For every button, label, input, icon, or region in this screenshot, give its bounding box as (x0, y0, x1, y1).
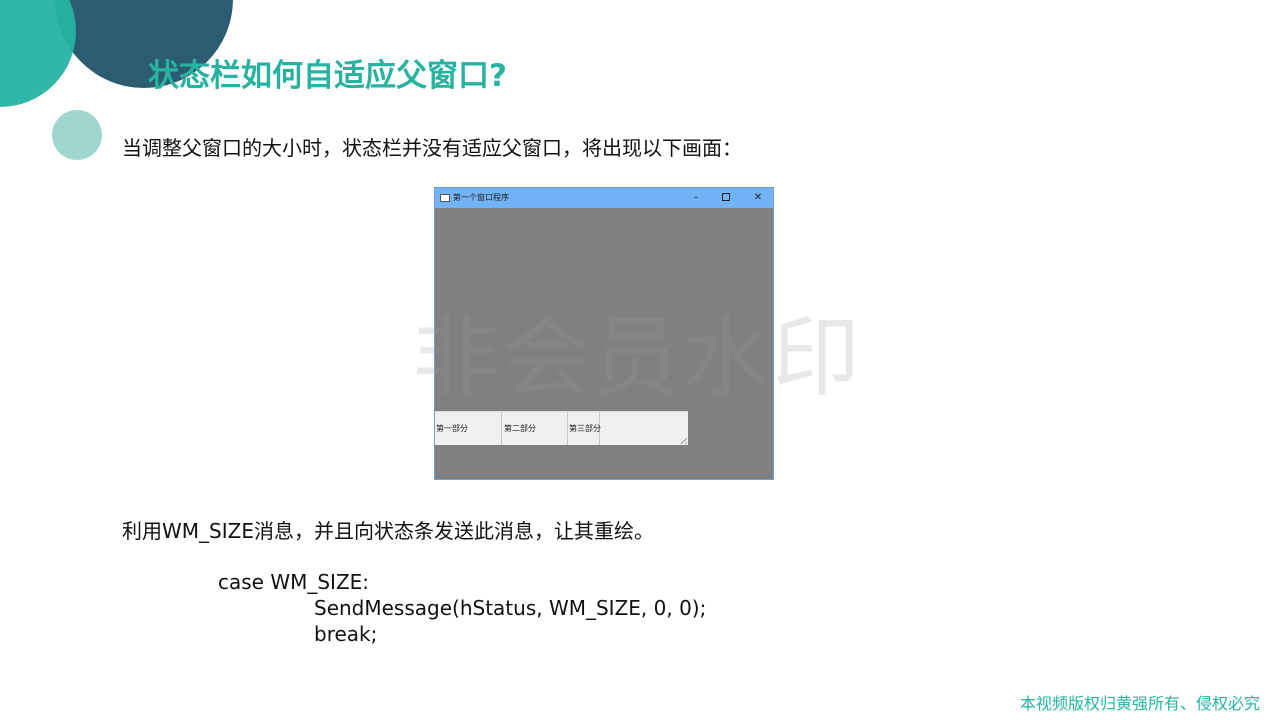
decor-circle-light (52, 110, 102, 160)
status-part-3: 第三部分 (568, 412, 601, 445)
minimize-button[interactable]: – (687, 190, 705, 206)
app-window-icon (440, 194, 450, 202)
close-button[interactable]: ✕ (749, 190, 767, 206)
code-line-3: break; (314, 622, 378, 646)
code-block: case WM_SIZE: SendMessage(hStatus, WM_SI… (218, 569, 706, 647)
code-line-1: case WM_SIZE: (218, 570, 370, 594)
note-text: 利用WM_SIZE消息，并且向状态条发送此消息，让其重绘。 (122, 519, 654, 543)
copyright-footer: 本视频版权归黄强所有、侵权必究 (1019, 694, 1260, 713)
slide: 状态栏如何自适应父窗口? 当调整父窗口的大小时，状态栏并没有适应父窗口，将出现以… (0, 0, 1280, 720)
intro-text: 当调整父窗口的大小时，状态栏并没有适应父窗口，将出现以下画面： (122, 136, 742, 160)
maximize-icon (722, 193, 730, 201)
window-titlebar: 第一个窗口程序 – ✕ (435, 188, 773, 208)
watermark: 非会员水印 (412, 306, 863, 409)
maximize-button[interactable] (717, 190, 735, 206)
slide-title: 状态栏如何自适应父窗口? (148, 58, 507, 94)
window-title: 第一个窗口程序 (453, 193, 509, 202)
resize-grip-icon[interactable] (678, 435, 687, 444)
status-bar: 第一部分 第二部分 第三部分 (435, 411, 688, 445)
status-part-1: 第一部分 (435, 412, 502, 445)
decor-circle-teal (0, 0, 76, 107)
status-part-2: 第二部分 (502, 412, 568, 445)
code-line-2: SendMessage(hStatus, WM_SIZE, 0, 0); (314, 596, 707, 620)
